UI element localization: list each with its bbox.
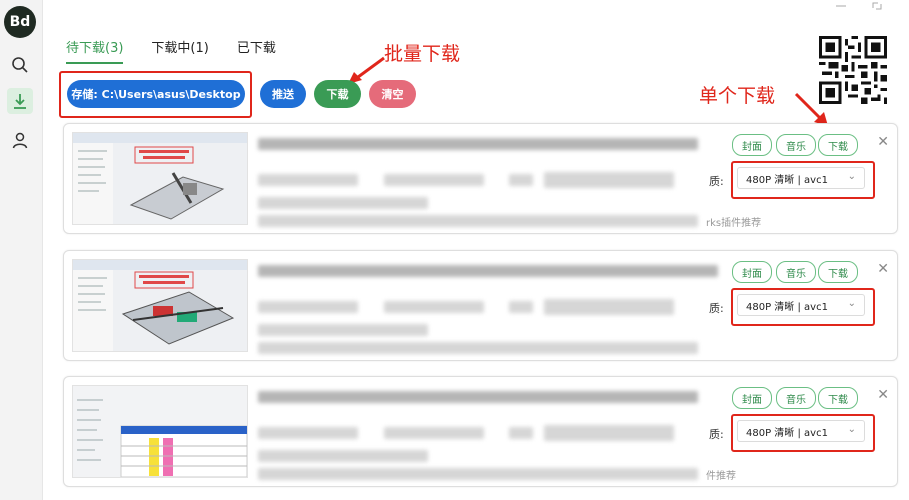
user-icon	[12, 132, 28, 149]
quality-select[interactable]: 480P 清晰 | avc1 ⌄	[737, 294, 865, 316]
minimize-button[interactable]	[836, 0, 846, 13]
minimize-icon	[836, 5, 846, 7]
tab-downloading[interactable]: 下载中(1)	[151, 37, 208, 64]
download-item: 封面 音乐 下载 ✕ 质: 480P 清晰 | avc1 ⌄ 件推荐	[63, 376, 898, 487]
blurred-video-info	[254, 124, 709, 233]
thumbnail-image	[73, 260, 247, 351]
download-button[interactable]: 下载	[818, 134, 858, 156]
video-thumbnail	[72, 385, 248, 478]
logo-text: Bd	[9, 14, 31, 30]
item-note: rks插件推荐	[706, 218, 762, 229]
quality-value: 480P 清晰 | avc1	[746, 301, 828, 313]
close-icon[interactable]: ✕	[877, 134, 889, 150]
chevron-down-icon: ⌄	[847, 171, 856, 182]
close-icon[interactable]: ✕	[877, 387, 889, 403]
quality-label: 质:	[709, 428, 724, 441]
batch-download-annotation: 批量下载	[384, 43, 461, 65]
sidebar-item-user[interactable]	[7, 127, 33, 153]
maximize-icon	[872, 2, 882, 10]
storage-path-button[interactable]: 存储: C:\Users\asus\Desktop	[67, 80, 245, 108]
quality-value: 480P 清晰 | avc1	[746, 427, 828, 439]
download-tabs: 待下载(3) 下载中(1) 已下载	[66, 37, 304, 64]
push-button[interactable]: 推送	[260, 80, 306, 108]
blurred-video-info	[254, 251, 718, 360]
clear-button[interactable]: 清空	[369, 80, 416, 108]
blurred-video-info	[254, 377, 709, 486]
chevron-down-icon: ⌄	[847, 424, 856, 435]
batch-download-button[interactable]: 下载	[314, 80, 361, 108]
sidebar-item-download[interactable]	[7, 88, 33, 114]
video-thumbnail	[72, 259, 248, 352]
item-note: 件推荐	[706, 471, 736, 482]
cover-button[interactable]: 封面	[732, 261, 772, 283]
tab-downloaded[interactable]: 已下载	[237, 37, 276, 64]
quality-label: 质:	[709, 175, 724, 188]
music-button[interactable]: 音乐	[776, 387, 816, 409]
download-item: 封面 音乐 下载 ✕ 质: 480P 清晰 | avc1 ⌄	[63, 250, 898, 361]
quality-label: 质:	[709, 302, 724, 315]
download-item: 封面 音乐 下载 ✕ 质: 480P 清晰 | avc1 ⌄ rks插件推荐	[63, 123, 898, 234]
app-logo: Bd	[4, 6, 36, 38]
tab-pending[interactable]: 待下载(3)	[66, 37, 124, 64]
download-button[interactable]: 下载	[818, 387, 858, 409]
close-icon[interactable]: ✕	[877, 261, 889, 277]
thumbnail-image	[73, 133, 247, 224]
search-icon	[12, 57, 28, 73]
music-button[interactable]: 音乐	[776, 261, 816, 283]
thumbnail-image	[73, 386, 247, 477]
maximize-button[interactable]	[872, 0, 882, 13]
quality-value: 480P 清晰 | avc1	[746, 174, 828, 186]
chevron-down-icon: ⌄	[847, 298, 856, 309]
single-download-annotation: 单个下载	[699, 85, 776, 107]
cover-button[interactable]: 封面	[732, 387, 772, 409]
quality-select[interactable]: 480P 清晰 | avc1 ⌄	[737, 167, 865, 189]
download-icon	[14, 94, 26, 109]
music-button[interactable]: 音乐	[776, 134, 816, 156]
sidebar: Bd	[0, 0, 43, 500]
cover-button[interactable]: 封面	[732, 134, 772, 156]
quality-highlight: 480P 清晰 | avc1 ⌄	[731, 414, 875, 452]
video-thumbnail	[72, 132, 248, 225]
quality-highlight: 480P 清晰 | avc1 ⌄	[731, 288, 875, 326]
sidebar-item-search[interactable]	[7, 52, 33, 78]
quality-select[interactable]: 480P 清晰 | avc1 ⌄	[737, 420, 865, 442]
download-button[interactable]: 下载	[818, 261, 858, 283]
quality-highlight: 480P 清晰 | avc1 ⌄	[731, 161, 875, 199]
